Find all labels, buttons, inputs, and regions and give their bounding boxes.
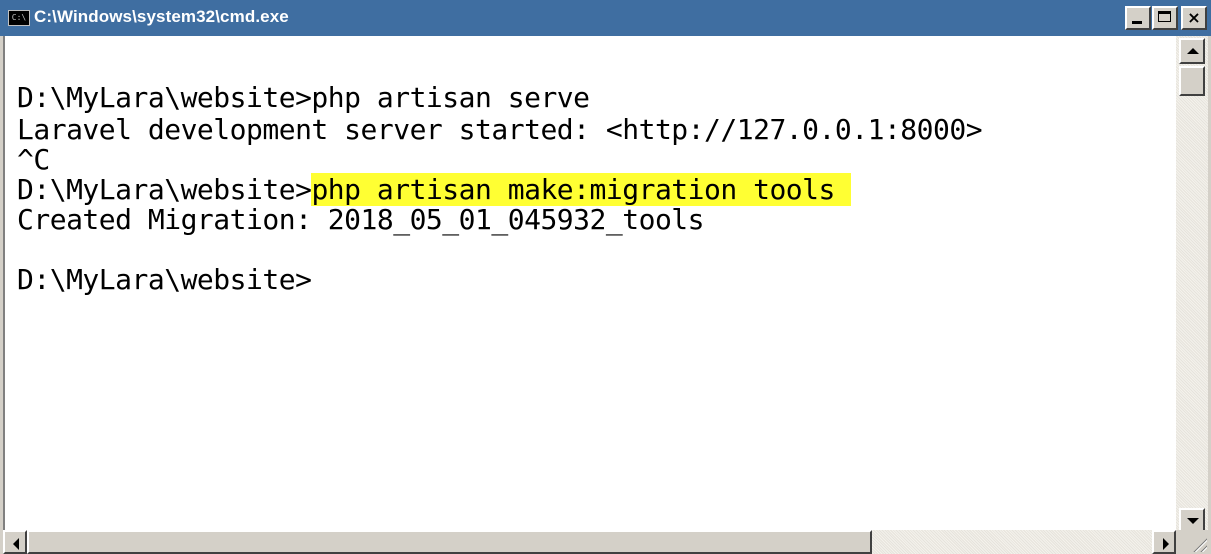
console-line: D:\MyLara\website>php artisan serve (17, 81, 590, 114)
console-line: ^C (17, 143, 50, 176)
arrow-up-icon (1187, 48, 1199, 54)
scroll-up-button[interactable] (1179, 38, 1205, 64)
vertical-scrollbar[interactable] (1176, 36, 1208, 534)
console-line: Created Migration: 2018_05_01_045932_too… (17, 203, 705, 236)
close-icon: × (1187, 8, 1201, 27)
console-prompt-line: D:\MyLara\website> (17, 263, 312, 296)
minimize-icon (1132, 21, 1142, 24)
console-line: Laravel development server started: <htt… (17, 113, 983, 146)
window-title: C:\Windows\system32\cmd.exe (34, 7, 289, 26)
prompt-text: D:\MyLara\website> (17, 173, 312, 206)
close-button[interactable]: × (1181, 6, 1207, 30)
scroll-right-button[interactable] (1152, 530, 1176, 554)
horizontal-scrollbar[interactable] (3, 530, 1176, 554)
maximize-button[interactable] (1152, 6, 1178, 30)
scroll-left-button[interactable] (3, 530, 27, 554)
title-bar[interactable]: C:\ C:\Windows\system32\cmd.exe × (0, 0, 1211, 36)
arrow-right-icon (1163, 538, 1169, 550)
arrow-down-icon (1187, 518, 1199, 524)
cmd-window: C:\ C:\Windows\system32\cmd.exe × D:\MyL… (0, 0, 1211, 554)
arrow-left-icon (13, 538, 19, 550)
window-controls: × (1124, 6, 1207, 30)
maximize-icon (1158, 11, 1171, 22)
vertical-scroll-thumb[interactable] (1179, 66, 1205, 96)
console-output[interactable]: D:\MyLara\website>php artisan serve Lara… (3, 36, 1178, 534)
resize-grip-icon (1191, 536, 1207, 552)
resize-grip[interactable] (1176, 530, 1211, 554)
highlighted-command: php artisan make:migration tools (311, 173, 852, 206)
console-app-icon[interactable]: C:\ (8, 10, 30, 26)
horizontal-scroll-thumb[interactable] (27, 530, 872, 554)
minimize-button[interactable] (1125, 6, 1151, 30)
console-line: D:\MyLara\website>php artisan make:migra… (17, 173, 852, 206)
